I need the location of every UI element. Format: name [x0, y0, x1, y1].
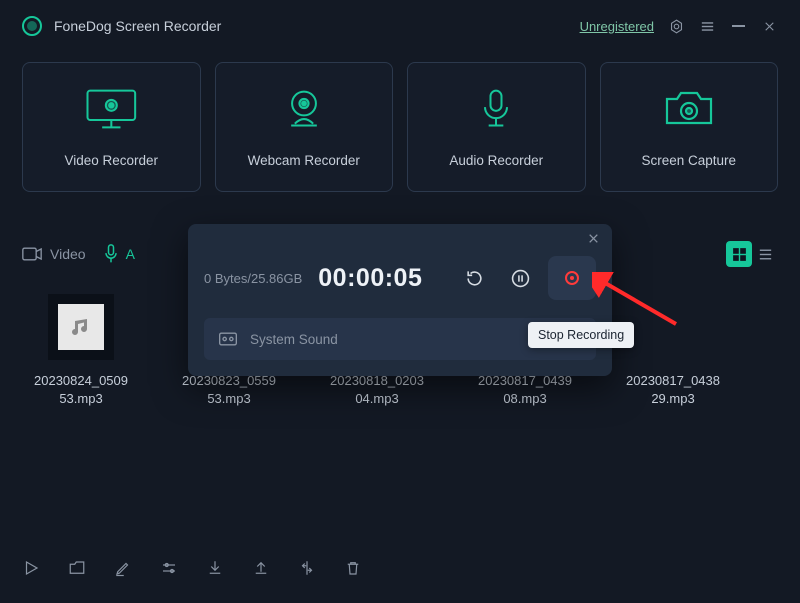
mode-label: Webcam Recorder [248, 153, 360, 168]
edit-icon[interactable] [114, 559, 132, 577]
menu-icon[interactable] [699, 18, 716, 35]
library-tab-video-label: Video [50, 246, 86, 262]
play-icon[interactable] [22, 559, 40, 577]
view-toggle [726, 241, 778, 267]
pause-button[interactable] [502, 260, 538, 296]
bottom-toolbar [22, 559, 778, 577]
file-name: 20230818_020304.mp3 [330, 372, 424, 407]
trash-icon[interactable] [344, 559, 362, 577]
app-logo-icon [22, 16, 42, 36]
convert-icon[interactable] [298, 559, 316, 577]
library-tab-audio-label: A [126, 246, 135, 262]
monitor-record-icon [82, 87, 141, 131]
list-view-button[interactable] [752, 241, 778, 267]
record-dot-icon [565, 271, 579, 285]
stop-recording-button[interactable] [548, 256, 596, 300]
file-item[interactable]: 20230817_043829.mp3 [614, 294, 732, 407]
window-close-button[interactable] [761, 18, 778, 35]
file-thumbnail [48, 294, 114, 360]
mode-card-audio[interactable]: Audio Recorder [407, 62, 586, 192]
mode-label: Screen Capture [641, 153, 736, 168]
unregistered-link[interactable]: Unregistered [580, 19, 654, 34]
title-left: FoneDog Screen Recorder [22, 16, 221, 36]
webcam-icon [282, 87, 326, 131]
library-tab-audio[interactable]: A [104, 244, 135, 264]
sliders-icon[interactable] [160, 559, 178, 577]
restart-button[interactable] [456, 260, 492, 296]
mode-card-video[interactable]: Video Recorder [22, 62, 201, 192]
recording-stats: 0 Bytes/25.86GB [204, 271, 302, 286]
grid-view-button[interactable] [726, 241, 752, 267]
speaker-icon [218, 331, 238, 347]
app-title: FoneDog Screen Recorder [54, 18, 221, 34]
mode-card-capture[interactable]: Screen Capture [600, 62, 779, 192]
settings-gear-icon[interactable] [668, 18, 685, 35]
file-name: 20230824_050953.mp3 [34, 372, 128, 407]
stop-recording-tooltip: Stop Recording [528, 322, 634, 348]
file-name: 20230817_043908.mp3 [478, 372, 572, 407]
audio-source-label: System Sound [250, 332, 338, 347]
export-icon[interactable] [252, 559, 270, 577]
import-icon[interactable] [206, 559, 224, 577]
panel-close-button[interactable] [587, 232, 600, 250]
file-name: 20230817_043829.mp3 [626, 372, 720, 407]
recording-top-row: 0 Bytes/25.86GB 00:00:05 [204, 256, 596, 300]
mode-label: Audio Recorder [449, 153, 543, 168]
file-name: 20230823_055953.mp3 [182, 372, 276, 407]
title-bar: FoneDog Screen Recorder Unregistered [0, 0, 800, 52]
folder-icon[interactable] [68, 559, 86, 577]
library-tab-video[interactable]: Video [22, 246, 86, 262]
mode-cards-row: Video Recorder Webcam Recorder Audio Rec… [0, 52, 800, 192]
microphone-icon [474, 87, 518, 131]
recording-timer: 00:00:05 [318, 264, 422, 293]
camera-icon [661, 87, 717, 131]
title-right: Unregistered [580, 18, 778, 35]
window-minimize-button[interactable] [730, 18, 747, 35]
mode-label: Video Recorder [64, 153, 158, 168]
file-item[interactable]: 20230824_050953.mp3 [22, 294, 140, 407]
recording-panel: 0 Bytes/25.86GB 00:00:05 System Sound [188, 224, 612, 376]
mode-card-webcam[interactable]: Webcam Recorder [215, 62, 394, 192]
